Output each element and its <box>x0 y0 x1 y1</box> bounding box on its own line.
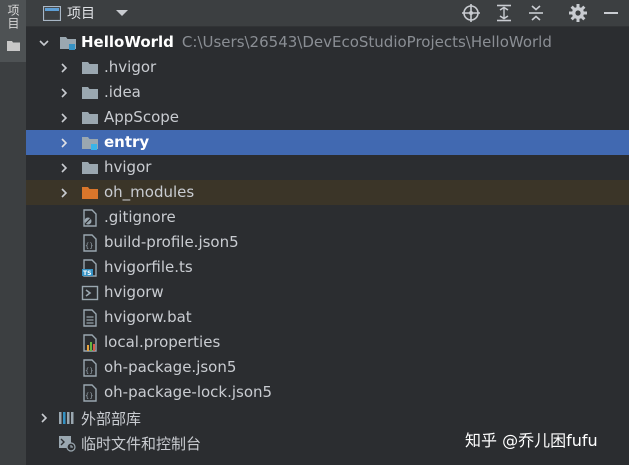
json-file-icon: {} <box>83 384 97 402</box>
tree-item-label: hvigorw <box>104 283 164 301</box>
tree-item-label: hvigor <box>104 158 152 176</box>
tree-item-label: hvigorfile.ts <box>104 258 193 276</box>
folder-icon <box>7 41 20 51</box>
view-selector-label: 项目 <box>67 6 95 22</box>
chevron-right-icon[interactable] <box>58 112 70 124</box>
tree-item-label: .gitignore <box>104 208 176 226</box>
chevron-down-icon[interactable] <box>38 37 50 49</box>
folder-icon <box>82 112 98 124</box>
tree-item-label: 临时文件和控制台 <box>81 435 202 453</box>
tree-row-hvigor-dir[interactable]: .hvigor <box>26 55 629 80</box>
chevron-right-icon[interactable] <box>58 62 70 74</box>
project-toolbar: 项目 <box>26 0 629 27</box>
tree-row-root[interactable]: HelloWorld C:\Users\26543\DevEcoStudioPro… <box>26 30 629 55</box>
shell-script-icon <box>81 285 99 301</box>
folder-icon <box>82 162 98 174</box>
project-tool-tab[interactable]: 项目 <box>0 0 26 62</box>
tree-row-local-properties[interactable]: local.properties <box>26 330 629 355</box>
chevron-right-icon[interactable] <box>58 137 70 149</box>
expand-all-icon <box>497 4 511 22</box>
tree-item-label: oh-package.json5 <box>104 358 237 376</box>
ignore-file-icon <box>83 209 97 227</box>
root-project-name: HelloWorld C:\Users\26543\DevEcoStudioPro… <box>81 33 552 51</box>
root-name: HelloWorld <box>81 33 174 51</box>
project-panel: 项目 HelloWorld C:\Users\26543\DevEcoStudi… <box>26 0 629 465</box>
tree-row-oh-modules[interactable]: oh_modules <box>26 180 629 205</box>
tree-row-hvigorw[interactable]: hvigorw <box>26 280 629 305</box>
tree-item-label: hvigorw.bat <box>104 308 192 326</box>
svg-text:TS: TS <box>83 270 91 277</box>
tree-row-hvigorw-bat[interactable]: hvigorw.bat <box>26 305 629 330</box>
chevron-right-icon[interactable] <box>58 162 70 174</box>
tree-row-gitignore[interactable]: .gitignore <box>26 205 629 230</box>
chevron-down-icon <box>116 10 128 16</box>
tree-row-hvigorfile[interactable]: TS hvigorfile.ts <box>26 255 629 280</box>
tree-item-label: AppScope <box>104 108 179 126</box>
text-file-icon <box>83 309 97 327</box>
properties-file-icon <box>83 334 97 352</box>
svg-text:{}: {} <box>85 367 93 375</box>
tree-row-oh-package-lock[interactable]: {} oh-package-lock.json5 <box>26 380 629 405</box>
scratches-icon <box>59 436 76 452</box>
chevron-right-icon[interactable] <box>58 187 70 199</box>
chevron-right-icon[interactable] <box>58 87 70 99</box>
tree-row-idea[interactable]: .idea <box>26 80 629 105</box>
tree-row-entry[interactable]: entry <box>26 130 629 155</box>
project-view-icon <box>43 5 61 21</box>
hide-panel-button[interactable] <box>604 0 618 26</box>
json-file-icon: {} <box>83 359 97 377</box>
crosshair-icon <box>462 4 480 22</box>
folder-icon <box>82 62 98 74</box>
svg-text:{}: {} <box>85 392 93 400</box>
svg-text:{}: {} <box>85 242 93 250</box>
tree-row-hvigor[interactable]: hvigor <box>26 155 629 180</box>
root-path: C:\Users\26543\DevEcoStudioProjects\Hell… <box>181 33 552 51</box>
tree-row-appscope[interactable]: AppScope <box>26 105 629 130</box>
tree-item-label: .hvigor <box>104 58 157 76</box>
tree-item-label: local.properties <box>104 333 221 351</box>
settings-button[interactable] <box>569 0 587 26</box>
typescript-file-icon: TS <box>82 259 97 277</box>
tree-item-label: .idea <box>104 83 141 101</box>
tree-item-label: 外部部库 <box>81 410 142 428</box>
minimize-icon <box>604 12 618 14</box>
chevron-right-icon[interactable] <box>38 412 50 424</box>
watermark: 知乎 @乔儿困fufu <box>465 431 598 450</box>
folder-icon <box>82 87 98 99</box>
library-icon <box>59 412 74 424</box>
tree-item-label: entry <box>104 133 150 151</box>
excluded-folder-icon <box>82 187 98 199</box>
tree-row-build-profile[interactable]: {} build-profile.json5 <box>26 230 629 255</box>
module-folder-icon <box>60 37 76 50</box>
collapse-all-button[interactable] <box>528 0 544 26</box>
tool-window-strip: 项目 <box>0 0 27 465</box>
view-selector[interactable]: 项目 <box>43 0 129 26</box>
json-file-icon: {} <box>83 234 97 252</box>
tree-row-oh-package[interactable]: {} oh-package.json5 <box>26 355 629 380</box>
project-tool-tab-label: 项目 <box>6 4 20 30</box>
module-folder-icon <box>82 137 98 150</box>
expand-all-button[interactable] <box>496 0 512 26</box>
locate-button[interactable] <box>462 0 480 26</box>
collapse-all-icon <box>529 5 543 21</box>
tree-item-label: oh-package-lock.json5 <box>104 383 273 401</box>
gear-icon <box>569 4 587 22</box>
tree-item-label: build-profile.json5 <box>104 233 239 251</box>
tree-item-label: oh_modules <box>104 183 195 201</box>
